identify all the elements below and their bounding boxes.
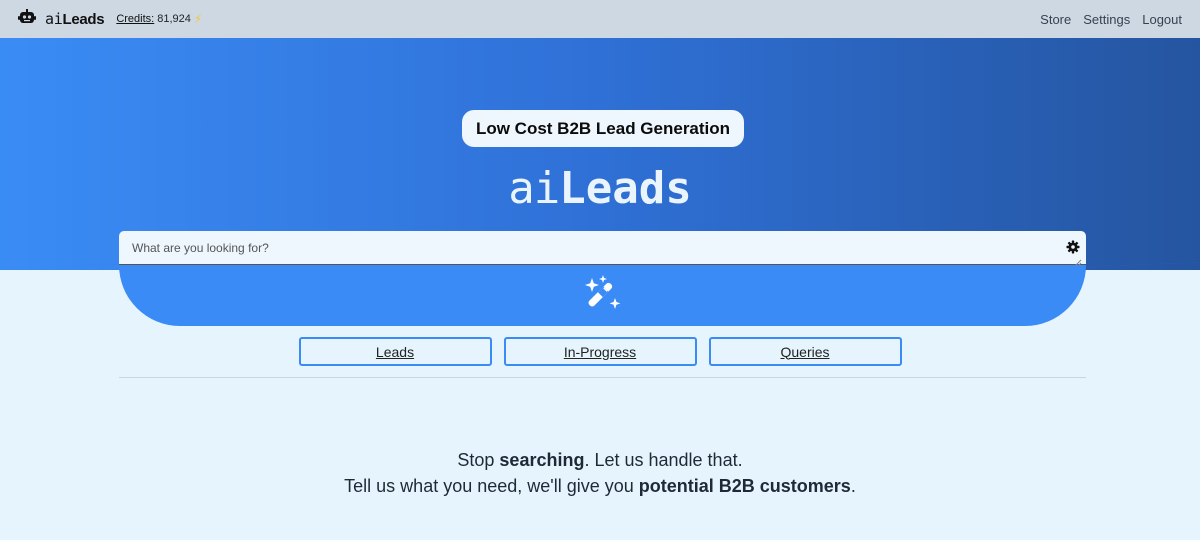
nav-store-link[interactable]: Store <box>1040 12 1071 27</box>
credits-link[interactable]: Credits: <box>116 13 154 25</box>
nav-menu: Store Settings Logout <box>1040 12 1182 27</box>
brand-leads: Leads <box>62 11 105 28</box>
tabs: Leads In-Progress Queries <box>0 337 1200 366</box>
credits-value: 81,924 <box>157 13 191 25</box>
brand-name: aiLeads <box>45 10 105 28</box>
search-input[interactable] <box>119 231 1086 264</box>
hero-title-ai: ai <box>508 163 560 214</box>
tagline-text: Stop <box>457 450 500 470</box>
credits: Credits: 81,924 ⚡ <box>116 12 202 26</box>
nav-settings-link[interactable]: Settings <box>1083 12 1130 27</box>
hero-title-leads: Leads <box>559 163 692 214</box>
tagline-line-2: Tell us what you need, we'll give you po… <box>0 473 1200 499</box>
tab-in-progress[interactable]: In-Progress <box>503 337 697 366</box>
tagline-text: . Let us handle that. <box>584 450 743 470</box>
tagline-emphasis: potential B2B customers <box>638 476 851 496</box>
tab-leads[interactable]: Leads <box>298 337 492 366</box>
lightning-icon: ⚡ <box>193 12 203 26</box>
generate-button[interactable] <box>119 265 1086 326</box>
tagline-text: . <box>850 476 856 496</box>
divider <box>119 377 1086 378</box>
tagline-emphasis: searching <box>499 450 585 470</box>
search-box <box>119 231 1086 267</box>
nav-logout-link[interactable]: Logout <box>1142 12 1182 27</box>
top-navbar: aiLeads Credits: 81,924 ⚡ Store Settings… <box>0 0 1200 38</box>
tagline-line-1: Stop searching. Let us handle that. <box>0 447 1200 473</box>
robot-icon <box>18 8 36 30</box>
hero-badge: Low Cost B2B Lead Generation <box>462 110 744 147</box>
brand-ai: ai <box>45 10 63 28</box>
brand[interactable]: aiLeads <box>18 8 105 30</box>
resize-handle-icon[interactable] <box>1074 254 1082 267</box>
tagline-text: Tell us what you need, we'll give you <box>344 476 639 496</box>
tab-queries[interactable]: Queries <box>708 337 902 366</box>
magic-wand-icon <box>583 275 623 316</box>
hero-title: aiLeads <box>0 160 1200 218</box>
gear-icon[interactable] <box>1066 240 1080 254</box>
tagline: Stop searching. Let us handle that. Tell… <box>0 447 1200 499</box>
